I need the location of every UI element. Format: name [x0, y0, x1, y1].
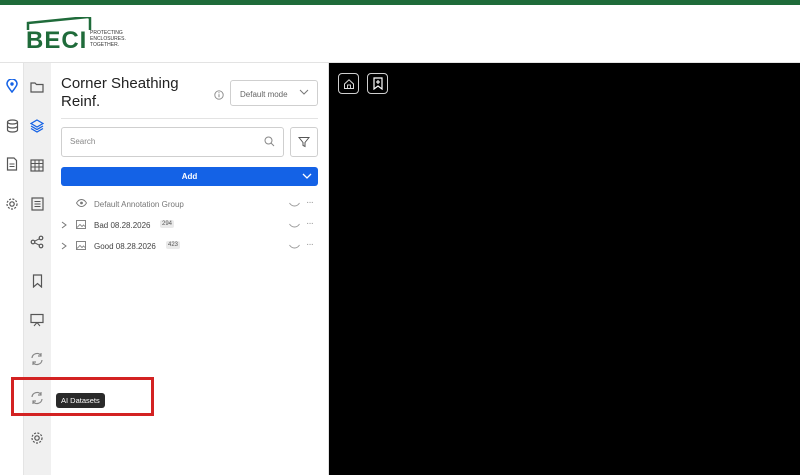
- app-header: BECI PROTECTING ENCLOSURES. TOGETHER.: [0, 5, 800, 63]
- folder-icon[interactable]: [28, 78, 46, 96]
- add-button[interactable]: Add: [61, 167, 318, 186]
- info-icon[interactable]: [214, 87, 224, 105]
- chevron-right-icon[interactable]: [61, 242, 67, 252]
- home-icon: [343, 78, 354, 89]
- logo-wordmark: BECI: [26, 27, 88, 54]
- bookmark-icon[interactable]: [28, 272, 46, 290]
- sync-icon[interactable]: [28, 350, 46, 368]
- presentation-icon[interactable]: [28, 311, 46, 329]
- share-icon[interactable]: [28, 233, 46, 251]
- map-pin-icon[interactable]: [3, 77, 21, 95]
- search-icon: [264, 136, 275, 147]
- tree-item-label: Default Annotation Group: [94, 200, 184, 209]
- count-badge: 294: [160, 220, 175, 228]
- visibility-toggle-icon[interactable]: [289, 201, 300, 210]
- tree-item-default-annotation-group[interactable]: Default Annotation Group ···: [61, 196, 321, 212]
- filter-button[interactable]: [290, 127, 318, 157]
- panel-divider: [61, 118, 318, 119]
- mode-select-value: Default mode: [240, 90, 288, 99]
- more-options-icon[interactable]: ···: [306, 197, 314, 208]
- document-icon[interactable]: [3, 155, 21, 173]
- filter-icon: [298, 137, 310, 148]
- search-input[interactable]: [70, 137, 250, 146]
- layers-icon[interactable]: [28, 117, 46, 135]
- bookmark-add-button[interactable]: [367, 73, 388, 94]
- table-icon[interactable]: [28, 156, 46, 174]
- chevron-right-icon[interactable]: [61, 221, 67, 231]
- settings-gear-icon[interactable]: [3, 195, 21, 213]
- tree-item-good[interactable]: Good 08.28.2026 423 ···: [61, 238, 321, 254]
- database-icon[interactable]: [3, 117, 21, 135]
- eye-icon[interactable]: [75, 199, 88, 209]
- visibility-toggle-icon[interactable]: [289, 222, 300, 231]
- tree-item-label: Good 08.28.2026: [94, 242, 156, 251]
- tree-item-label: Bad 08.28.2026: [94, 221, 151, 230]
- add-button-label: Add: [181, 172, 198, 181]
- more-options-icon[interactable]: ···: [306, 239, 314, 250]
- chevron-down-icon[interactable]: [302, 172, 312, 180]
- tree-item-bad[interactable]: Bad 08.28.2026 294 ···: [61, 217, 321, 233]
- search-field[interactable]: [61, 127, 284, 157]
- image-icon: [76, 220, 86, 231]
- logo-tagline: PROTECTING ENCLOSURES. TOGETHER.: [90, 30, 126, 48]
- visibility-toggle-icon[interactable]: [289, 243, 300, 252]
- image-icon: [76, 241, 86, 252]
- count-badge: 423: [166, 241, 181, 249]
- map-viewer-canvas[interactable]: [329, 63, 800, 475]
- chevron-down-icon: [299, 89, 309, 95]
- mode-select[interactable]: Default mode: [230, 80, 318, 106]
- more-options-icon[interactable]: ···: [306, 218, 314, 229]
- bookmark-plus-icon: [372, 77, 383, 90]
- list-icon[interactable]: [28, 195, 46, 213]
- home-button[interactable]: [338, 73, 359, 94]
- gear-icon[interactable]: [28, 429, 46, 447]
- beci-logo[interactable]: BECI PROTECTING ENCLOSURES. TOGETHER.: [24, 17, 164, 57]
- highlight-annotation-box: [11, 377, 154, 416]
- project-title: Corner Sheathing Reinf.: [61, 75, 179, 110]
